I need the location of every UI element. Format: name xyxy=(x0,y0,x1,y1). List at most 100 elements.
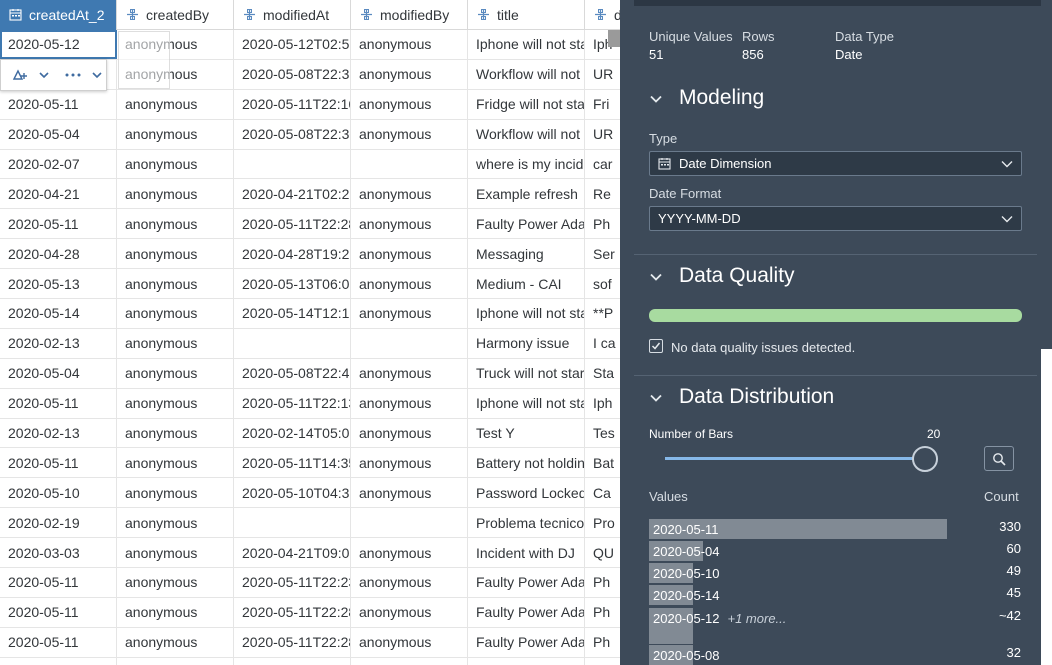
table-cell[interactable]: anonymous xyxy=(351,597,468,627)
table-cell[interactable]: 2020-04-28T19:21 xyxy=(234,239,351,269)
table-cell[interactable]: anonymous xyxy=(351,418,468,448)
column-header-3[interactable]: modifiedBy xyxy=(351,0,468,30)
table-cell[interactable]: Tes xyxy=(585,419,620,448)
table-cell[interactable]: Fridge will not stay xyxy=(468,89,585,119)
table-cell[interactable]: anonymous xyxy=(351,59,468,89)
table-cell[interactable]: Fri xyxy=(585,90,620,119)
table-cell[interactable]: Messaging xyxy=(468,239,585,269)
table-cell[interactable] xyxy=(468,657,585,665)
table-cell[interactable]: Password Locked xyxy=(468,478,585,508)
table-cell[interactable]: anonymous xyxy=(351,239,468,269)
table-cell[interactable]: Iphone will not star xyxy=(468,30,585,59)
chevron-down-icon[interactable] xyxy=(88,66,106,84)
table-cell[interactable] xyxy=(234,149,351,179)
table-cell[interactable]: 2020-05-10 xyxy=(0,478,117,508)
table-cell[interactable]: anonymous xyxy=(117,597,234,627)
table-cell[interactable]: anonymous xyxy=(117,627,234,657)
vertical-scrollbar[interactable] xyxy=(608,30,620,47)
table-cell[interactable]: Example refresh xyxy=(468,179,585,209)
table-cell[interactable]: 2020-02-14T05:05 xyxy=(234,418,351,448)
table-cell[interactable]: 2020-04-21 xyxy=(0,179,117,209)
table-cell[interactable] xyxy=(351,508,468,538)
table-cell[interactable]: Ph xyxy=(585,568,620,597)
table-cell[interactable]: I ca xyxy=(585,329,620,358)
table-cell[interactable]: Ph xyxy=(585,209,620,238)
data-quality-title[interactable]: Data Quality xyxy=(679,264,795,288)
table-cell[interactable] xyxy=(351,657,468,665)
table-cell[interactable]: anonymous xyxy=(351,478,468,508)
table-cell[interactable]: anonymous xyxy=(117,119,234,149)
table-cell[interactable]: 2020-05-11T22:28: xyxy=(234,627,351,657)
table-cell[interactable]: 2020-05-11T22:13: xyxy=(234,388,351,418)
table-cell[interactable]: 2020-05-11T22:28: xyxy=(234,597,351,627)
table-cell[interactable]: 2020-03-03 xyxy=(0,538,117,568)
table-cell[interactable]: anonymous xyxy=(117,448,234,478)
table-cell[interactable]: 2020-02-19 xyxy=(0,508,117,538)
table-cell[interactable] xyxy=(234,657,351,665)
more-values-link[interactable]: +1 more... xyxy=(728,611,787,626)
table-cell[interactable]: anonymous xyxy=(117,418,234,448)
table-cell[interactable]: Iph xyxy=(585,389,620,418)
table-cell[interactable]: 2020-04-21T02:23 xyxy=(234,179,351,209)
table-cell[interactable]: 2020-05-11 xyxy=(0,388,117,418)
table-cell[interactable]: Test Y xyxy=(468,418,585,448)
table-cell[interactable]: anonymous xyxy=(351,299,468,328)
table-cell[interactable]: 2020-05-08T22:30 xyxy=(234,119,351,149)
table-cell[interactable]: 2020-05-13 xyxy=(0,269,117,299)
table-cell[interactable]: 2020-05-08T22:35 xyxy=(234,59,351,89)
table-cell[interactable]: 2020-05-14 xyxy=(0,299,117,328)
table-cell[interactable]: Re xyxy=(585,179,620,208)
table-cell[interactable]: 2020-05-11 xyxy=(0,568,117,597)
table-cell[interactable]: 2020-02-07 xyxy=(0,149,117,179)
table-cell[interactable] xyxy=(0,657,117,665)
modeling-title[interactable]: Modeling xyxy=(679,86,764,110)
table-cell[interactable]: Iphone will not star xyxy=(468,388,585,418)
table-cell[interactable] xyxy=(585,658,620,665)
table-cell[interactable]: anonymous xyxy=(351,269,468,299)
table-cell[interactable]: 2020-05-04 xyxy=(0,358,117,388)
table-cell[interactable]: anonymous xyxy=(117,149,234,179)
table-cell[interactable]: anonymous xyxy=(351,119,468,149)
table-cell[interactable]: 2020-05-11 xyxy=(0,209,117,239)
table-cell[interactable]: 2020-05-13T06:08 xyxy=(234,269,351,299)
table-cell[interactable]: Pro xyxy=(585,508,620,537)
table-cell[interactable]: 2020-04-21T09:03 xyxy=(234,538,351,568)
table-cell[interactable]: UR xyxy=(585,120,620,149)
column-header-5[interactable]: d xyxy=(585,0,620,30)
column-header-4[interactable]: title xyxy=(468,0,585,30)
table-cell[interactable]: Faulty Power Adap xyxy=(468,568,585,597)
table-cell[interactable]: sof xyxy=(585,269,620,298)
table-cell[interactable]: 2020-05-08T22:43 xyxy=(234,358,351,388)
table-cell[interactable]: 2020-04-28 xyxy=(0,239,117,269)
table-cell[interactable]: Workflow will not s xyxy=(468,119,585,149)
table-cell[interactable]: 2020-05-11 xyxy=(0,89,117,119)
table-cell[interactable]: anonymous xyxy=(351,358,468,388)
table-cell[interactable]: 2020-05-11 xyxy=(0,627,117,657)
table-cell[interactable]: 2020-05-11T22:28: xyxy=(234,209,351,239)
data-quality-collapse-icon[interactable] xyxy=(650,271,662,283)
table-cell[interactable]: UR xyxy=(585,60,620,89)
table-cell[interactable]: 2020-05-11T14:35: xyxy=(234,448,351,478)
type-select[interactable]: Date Dimension xyxy=(649,151,1022,176)
table-cell[interactable]: Harmony issue xyxy=(468,328,585,358)
date-format-select[interactable]: YYYY-MM-DD xyxy=(649,206,1022,231)
table-cell[interactable]: **P xyxy=(585,299,620,328)
table-cell[interactable]: QU xyxy=(585,538,620,567)
table-cell[interactable]: anonymous xyxy=(351,627,468,657)
table-cell[interactable]: Ser xyxy=(585,239,620,268)
table-cell[interactable]: 2020-05-11T22:23: xyxy=(234,568,351,597)
table-cell[interactable]: 2020-05-04 xyxy=(0,119,117,149)
table-cell[interactable]: Faulty Power Adap xyxy=(468,209,585,239)
table-cell[interactable]: anonymous xyxy=(351,30,468,59)
table-cell[interactable]: 2020-05-12 xyxy=(0,30,117,59)
table-cell[interactable]: anonymous xyxy=(117,89,234,119)
table-cell[interactable]: car xyxy=(585,150,620,179)
table-cell[interactable]: 2020-05-10T04:36 xyxy=(234,478,351,508)
data-distribution-collapse-icon[interactable] xyxy=(650,392,662,404)
table-cell[interactable]: anonymous xyxy=(351,89,468,119)
table-cell[interactable]: anonymous xyxy=(351,388,468,418)
table-cell[interactable]: Ph xyxy=(585,598,620,627)
table-cell[interactable] xyxy=(234,328,351,358)
table-cell[interactable]: Ca xyxy=(585,478,620,507)
table-cell[interactable]: anonymous xyxy=(351,179,468,209)
